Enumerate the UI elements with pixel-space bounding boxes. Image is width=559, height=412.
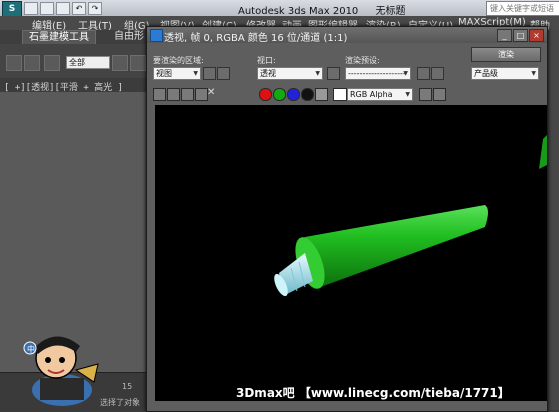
select-object-icon[interactable] <box>112 55 128 71</box>
redo-icon[interactable]: ↷ <box>88 2 102 15</box>
minimize-button[interactable]: _ <box>497 29 512 42</box>
open-file-icon[interactable] <box>40 2 54 15</box>
render-setup-icon[interactable] <box>417 67 430 80</box>
edit-region-icon[interactable] <box>203 67 216 80</box>
undo-icon[interactable]: ↶ <box>72 2 86 15</box>
status-text: 选择了对象 <box>100 398 140 407</box>
viewport-label-text: 视口: <box>257 56 276 65</box>
close-button[interactable]: × <box>529 29 544 42</box>
rendered-frame-window: 透视, 帧 0, RGBA 颜色 16 位/通道 (1:1) _ □ × 要渲染… <box>146 26 548 412</box>
render-button[interactable]: 渲染 <box>471 47 541 62</box>
render-window-title: 透视, 帧 0, RGBA 颜色 16 位/通道 (1:1) <box>164 33 348 44</box>
select-by-name-icon[interactable] <box>130 55 146 71</box>
area-to-render-label: 要渲染的区域: <box>153 56 204 65</box>
app-logo-button[interactable]: S <box>2 1 22 17</box>
auto-region-icon[interactable] <box>217 67 230 80</box>
render-canvas[interactable] <box>155 105 547 401</box>
watermark: 3Dmax吧 【www.linecg.com/tieba/1771】 <box>236 386 510 400</box>
unlink-icon[interactable] <box>24 55 40 71</box>
copy-image-icon[interactable] <box>167 88 180 101</box>
selection-filter-dropdown[interactable]: 全部 <box>66 56 110 69</box>
window-title: Autodesk 3ds Max 2010 无标题 <box>238 2 406 17</box>
channel-display-dropdown[interactable]: RGB Alpha <box>347 88 413 101</box>
monochrome-icon[interactable] <box>315 88 328 101</box>
viewport-label[interactable]: [ +][透视][平滑 + 高光 ] <box>4 80 123 93</box>
bind-space-warp-icon[interactable] <box>44 55 60 71</box>
lock-icon[interactable] <box>327 67 340 80</box>
mascot-sticker: 中 <box>23 336 99 406</box>
clear-icon[interactable]: ✕ <box>207 88 218 99</box>
render-preset-dropdown[interactable]: -------------------- <box>345 67 411 80</box>
save-image-icon[interactable] <box>153 88 166 101</box>
environment-icon[interactable] <box>431 67 444 80</box>
teapot-icon <box>150 29 163 42</box>
maximize-button[interactable]: □ <box>513 29 528 42</box>
blue-channel-toggle[interactable] <box>287 88 300 101</box>
swatch-icon[interactable] <box>333 88 347 101</box>
tab-freeform[interactable]: 自由形 <box>108 30 150 44</box>
save-icon[interactable] <box>56 2 70 15</box>
green-cone-body <box>298 205 488 289</box>
partial-object-right <box>539 135 547 169</box>
toggle-ui-icon[interactable] <box>433 88 446 101</box>
new-file-icon[interactable] <box>24 2 38 15</box>
link-icon[interactable] <box>6 55 22 71</box>
toggle-ui-overlay-icon[interactable] <box>419 88 432 101</box>
tab-graphite-modeling[interactable]: 石墨建模工具 <box>22 30 96 45</box>
clone-frame-icon[interactable] <box>181 88 194 101</box>
area-to-render-dropdown[interactable]: 视图 <box>153 67 201 80</box>
production-dropdown[interactable]: 产品级 <box>471 67 539 80</box>
red-channel-toggle[interactable] <box>259 88 272 101</box>
render-preset-label: 渲染预设: <box>345 56 380 65</box>
render-window-titlebar[interactable]: 透视, 帧 0, RGBA 颜色 16 位/通道 (1:1) _ □ × <box>147 27 547 44</box>
svg-text:中: 中 <box>27 344 35 354</box>
timeline-tick: 15 <box>122 382 133 391</box>
green-channel-toggle[interactable] <box>273 88 286 101</box>
title-bar: S ↶ ↷ Autodesk 3ds Max 2010 无标题 键入关键字或短语 <box>0 0 559 17</box>
viewport-dropdown[interactable]: 透视 <box>257 67 323 80</box>
search-input[interactable]: 键入关键字或短语 <box>486 1 559 16</box>
alpha-channel-toggle[interactable] <box>301 88 314 101</box>
